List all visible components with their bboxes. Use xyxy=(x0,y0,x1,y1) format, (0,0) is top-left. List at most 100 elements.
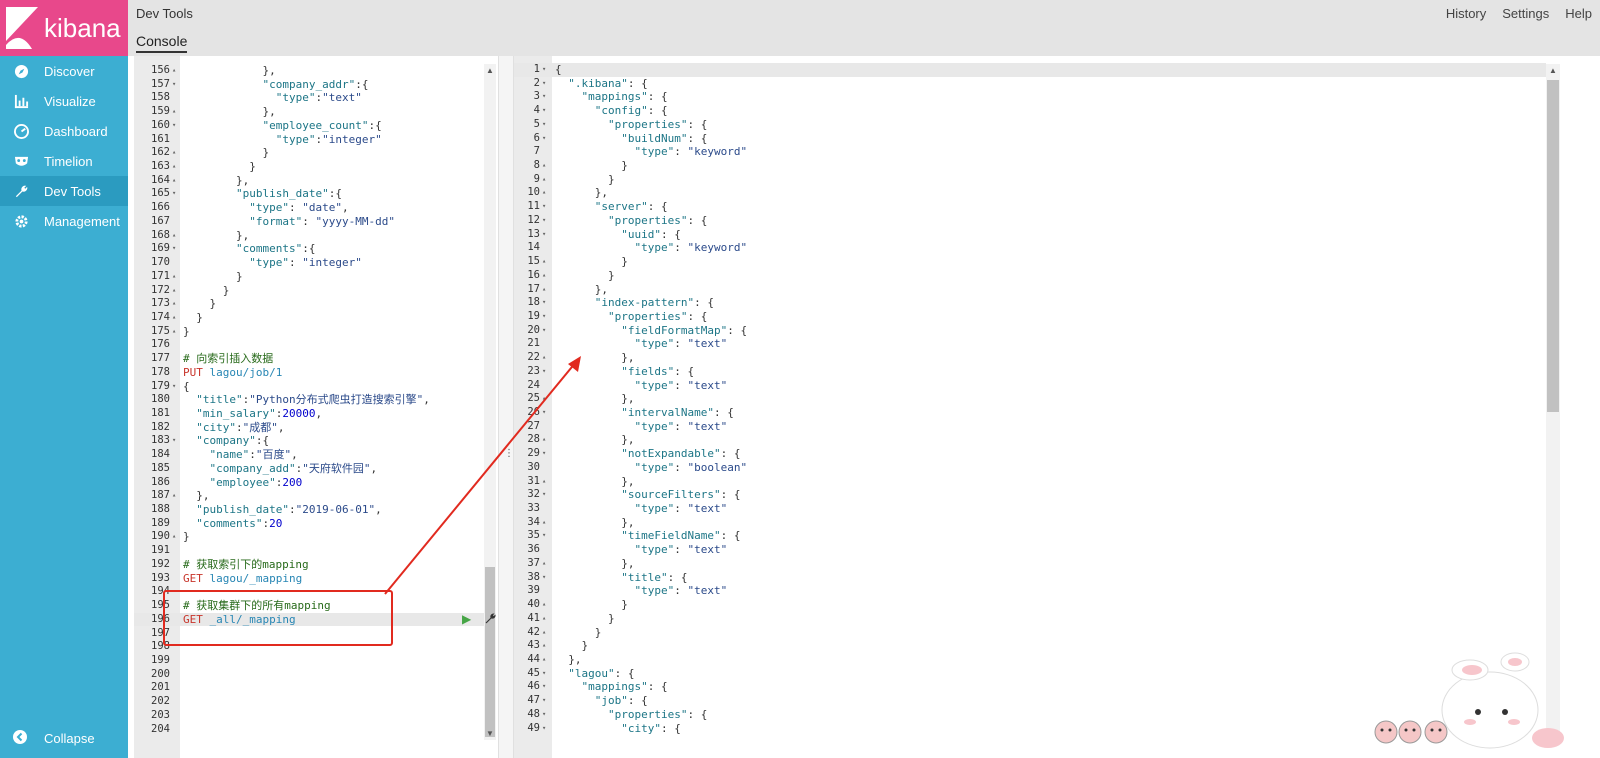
fold-toggle-icon[interactable]: ▴ xyxy=(542,557,546,571)
fold-toggle-icon[interactable]: ▾ xyxy=(542,722,546,736)
scroll-thumb[interactable] xyxy=(1547,80,1559,412)
code-line[interactable]: 17 ▴ }, xyxy=(514,283,1546,297)
fold-toggle-icon[interactable]: ▾ xyxy=(542,324,546,338)
code-line[interactable]: 169 ▾ "comments":{ xyxy=(134,242,484,256)
code-line[interactable]: 26 ▾ "intervalName": { xyxy=(514,406,1546,420)
kibana-logo[interactable]: kibana xyxy=(0,0,128,56)
code-line[interactable]: 15 ▴ } xyxy=(514,255,1546,269)
collapse-button[interactable]: Collapse xyxy=(0,726,140,750)
fold-toggle-icon[interactable]: ▴ xyxy=(172,174,176,188)
code-line[interactable]: 176 xyxy=(134,338,484,352)
code-line[interactable]: 32 ▾ "sourceFilters": { xyxy=(514,488,1546,502)
fold-toggle-icon[interactable]: ▾ xyxy=(542,488,546,502)
code-line[interactable]: 162 ▴ } xyxy=(134,146,484,160)
sidebar-item-dashboard[interactable]: Dashboard xyxy=(0,116,128,146)
code-line[interactable]: 12 ▾ "properties": { xyxy=(514,214,1546,228)
code-line[interactable]: 156 ▴ }, xyxy=(134,64,484,78)
fold-toggle-icon[interactable]: ▴ xyxy=(172,146,176,160)
code-line[interactable]: 187 ▴ }, xyxy=(134,489,484,503)
code-line[interactable]: 175 ▴} xyxy=(134,325,484,339)
fold-toggle-icon[interactable]: ▾ xyxy=(172,78,176,92)
code-line[interactable]: 186 "employee":200 xyxy=(134,476,484,490)
code-line[interactable]: 22 ▴ }, xyxy=(514,351,1546,365)
code-line[interactable]: 39 "type": "text" xyxy=(514,584,1546,598)
fold-toggle-icon[interactable]: ▴ xyxy=(542,653,546,667)
code-line[interactable]: 193 GET lagou/_mapping xyxy=(134,572,484,586)
sidebar-item-discover[interactable]: Discover xyxy=(0,56,128,86)
scroll-up-icon[interactable]: ▲ xyxy=(1549,66,1557,75)
fold-toggle-icon[interactable]: ▴ xyxy=(542,433,546,447)
fold-toggle-icon[interactable]: ▴ xyxy=(172,229,176,243)
fold-toggle-icon[interactable]: ▴ xyxy=(542,639,546,653)
fold-toggle-icon[interactable]: ▴ xyxy=(172,297,176,311)
code-line[interactable]: 23 ▾ "fields": { xyxy=(514,365,1546,379)
code-line[interactable]: 185 "company_add":"天府软件园", xyxy=(134,462,484,476)
fold-toggle-icon[interactable]: ▴ xyxy=(172,105,176,119)
fold-toggle-icon[interactable]: ▾ xyxy=(542,406,546,420)
fold-toggle-icon[interactable]: ▾ xyxy=(542,132,546,146)
fold-toggle-icon[interactable]: ▾ xyxy=(542,90,546,104)
code-line[interactable]: 29 ▾ "notExpandable": { xyxy=(514,447,1546,461)
fold-toggle-icon[interactable]: ▾ xyxy=(542,694,546,708)
code-line[interactable]: 20 ▾ "fieldFormatMap": { xyxy=(514,324,1546,338)
code-line[interactable]: 13 ▾ "uuid": { xyxy=(514,228,1546,242)
settings-link[interactable]: Settings xyxy=(1502,6,1549,21)
code-line[interactable]: 171 ▴ } xyxy=(134,270,484,284)
fold-toggle-icon[interactable]: ▴ xyxy=(542,173,546,187)
code-line[interactable]: 3 ▾ "mappings": { xyxy=(514,90,1546,104)
request-editor-scrollbar[interactable]: ▲ ▼ xyxy=(484,64,496,740)
send-request-icon[interactable]: ▶ xyxy=(462,612,471,626)
code-line[interactable]: 30 "type": "boolean" xyxy=(514,461,1546,475)
code-line[interactable]: 4 ▾ "config": { xyxy=(514,104,1546,118)
code-line[interactable]: 188 "publish_date":"2019-06-01", xyxy=(134,503,484,517)
request-editor[interactable]: 156 ▴ }, 157 ▾ "company_addr":{158 "type":"… xyxy=(134,56,484,758)
code-line[interactable]: 24 "type": "text" xyxy=(514,379,1546,393)
fold-toggle-icon[interactable]: ▾ xyxy=(542,571,546,585)
code-line[interactable]: 161 "type":"integer" xyxy=(134,133,484,147)
code-line[interactable]: 203 xyxy=(134,709,484,723)
fold-toggle-icon[interactable]: ▾ xyxy=(542,200,546,214)
scroll-thumb[interactable] xyxy=(485,567,495,737)
code-line[interactable]: 9 ▴ } xyxy=(514,173,1546,187)
code-line[interactable]: 201 xyxy=(134,681,484,695)
wrench-icon[interactable] xyxy=(484,612,497,628)
code-line[interactable]: 167 "format": "yyyy-MM-dd" xyxy=(134,215,484,229)
code-line[interactable]: 35 ▾ "timeFieldName": { xyxy=(514,529,1546,543)
code-line[interactable]: 196 GET _all/_mapping xyxy=(134,612,484,627)
fold-toggle-icon[interactable]: ▾ xyxy=(542,77,546,91)
tab-console[interactable]: Console xyxy=(136,33,188,53)
code-line[interactable]: 183 ▾ "company":{ xyxy=(134,434,484,448)
fold-toggle-icon[interactable]: ▾ xyxy=(542,365,546,379)
response-editor-scrollbar[interactable]: ▲ ▼ xyxy=(1546,64,1560,740)
code-line[interactable]: 158 "type":"text" xyxy=(134,91,484,105)
code-line[interactable]: 194 xyxy=(134,585,484,599)
code-line[interactable]: 181 "min_salary":20000, xyxy=(134,407,484,421)
fold-toggle-icon[interactable]: ▾ xyxy=(542,63,546,77)
fold-toggle-icon[interactable]: ▴ xyxy=(542,269,546,283)
fold-toggle-icon[interactable]: ▴ xyxy=(172,64,176,78)
scroll-down-icon[interactable]: ▼ xyxy=(486,729,494,738)
fold-toggle-icon[interactable]: ▴ xyxy=(172,489,176,503)
code-line[interactable]: 157 ▾ "company_addr":{ xyxy=(134,78,484,92)
code-line[interactable]: 40 ▴ } xyxy=(514,598,1546,612)
code-line[interactable]: 14 "type": "keyword" xyxy=(514,241,1546,255)
fold-toggle-icon[interactable]: ▴ xyxy=(172,311,176,325)
code-line[interactable]: 33 "type": "text" xyxy=(514,502,1546,516)
code-line[interactable]: 197 xyxy=(134,627,484,641)
fold-toggle-icon[interactable]: ▴ xyxy=(542,392,546,406)
fold-toggle-icon[interactable]: ▴ xyxy=(172,270,176,284)
code-line[interactable]: 165 ▾ "publish_date":{ xyxy=(134,187,484,201)
code-line[interactable]: 27 "type": "text" xyxy=(514,420,1546,434)
code-line[interactable]: 11 ▾ "server": { xyxy=(514,200,1546,214)
code-line[interactable]: 177 # 向索引插入数据 xyxy=(134,352,484,366)
code-line[interactable]: 170 "type": "integer" xyxy=(134,256,484,270)
fold-toggle-icon[interactable]: ▴ xyxy=(542,351,546,365)
sidebar-item-visualize[interactable]: Visualize xyxy=(0,86,128,116)
code-line[interactable]: 198 xyxy=(134,640,484,654)
code-line[interactable]: 199 xyxy=(134,654,484,668)
fold-toggle-icon[interactable]: ▴ xyxy=(172,160,176,174)
code-line[interactable]: 164 ▴ }, xyxy=(134,174,484,188)
code-line[interactable]: 173 ▴ } xyxy=(134,297,484,311)
help-link[interactable]: Help xyxy=(1565,6,1592,21)
fold-toggle-icon[interactable]: ▾ xyxy=(172,119,176,133)
